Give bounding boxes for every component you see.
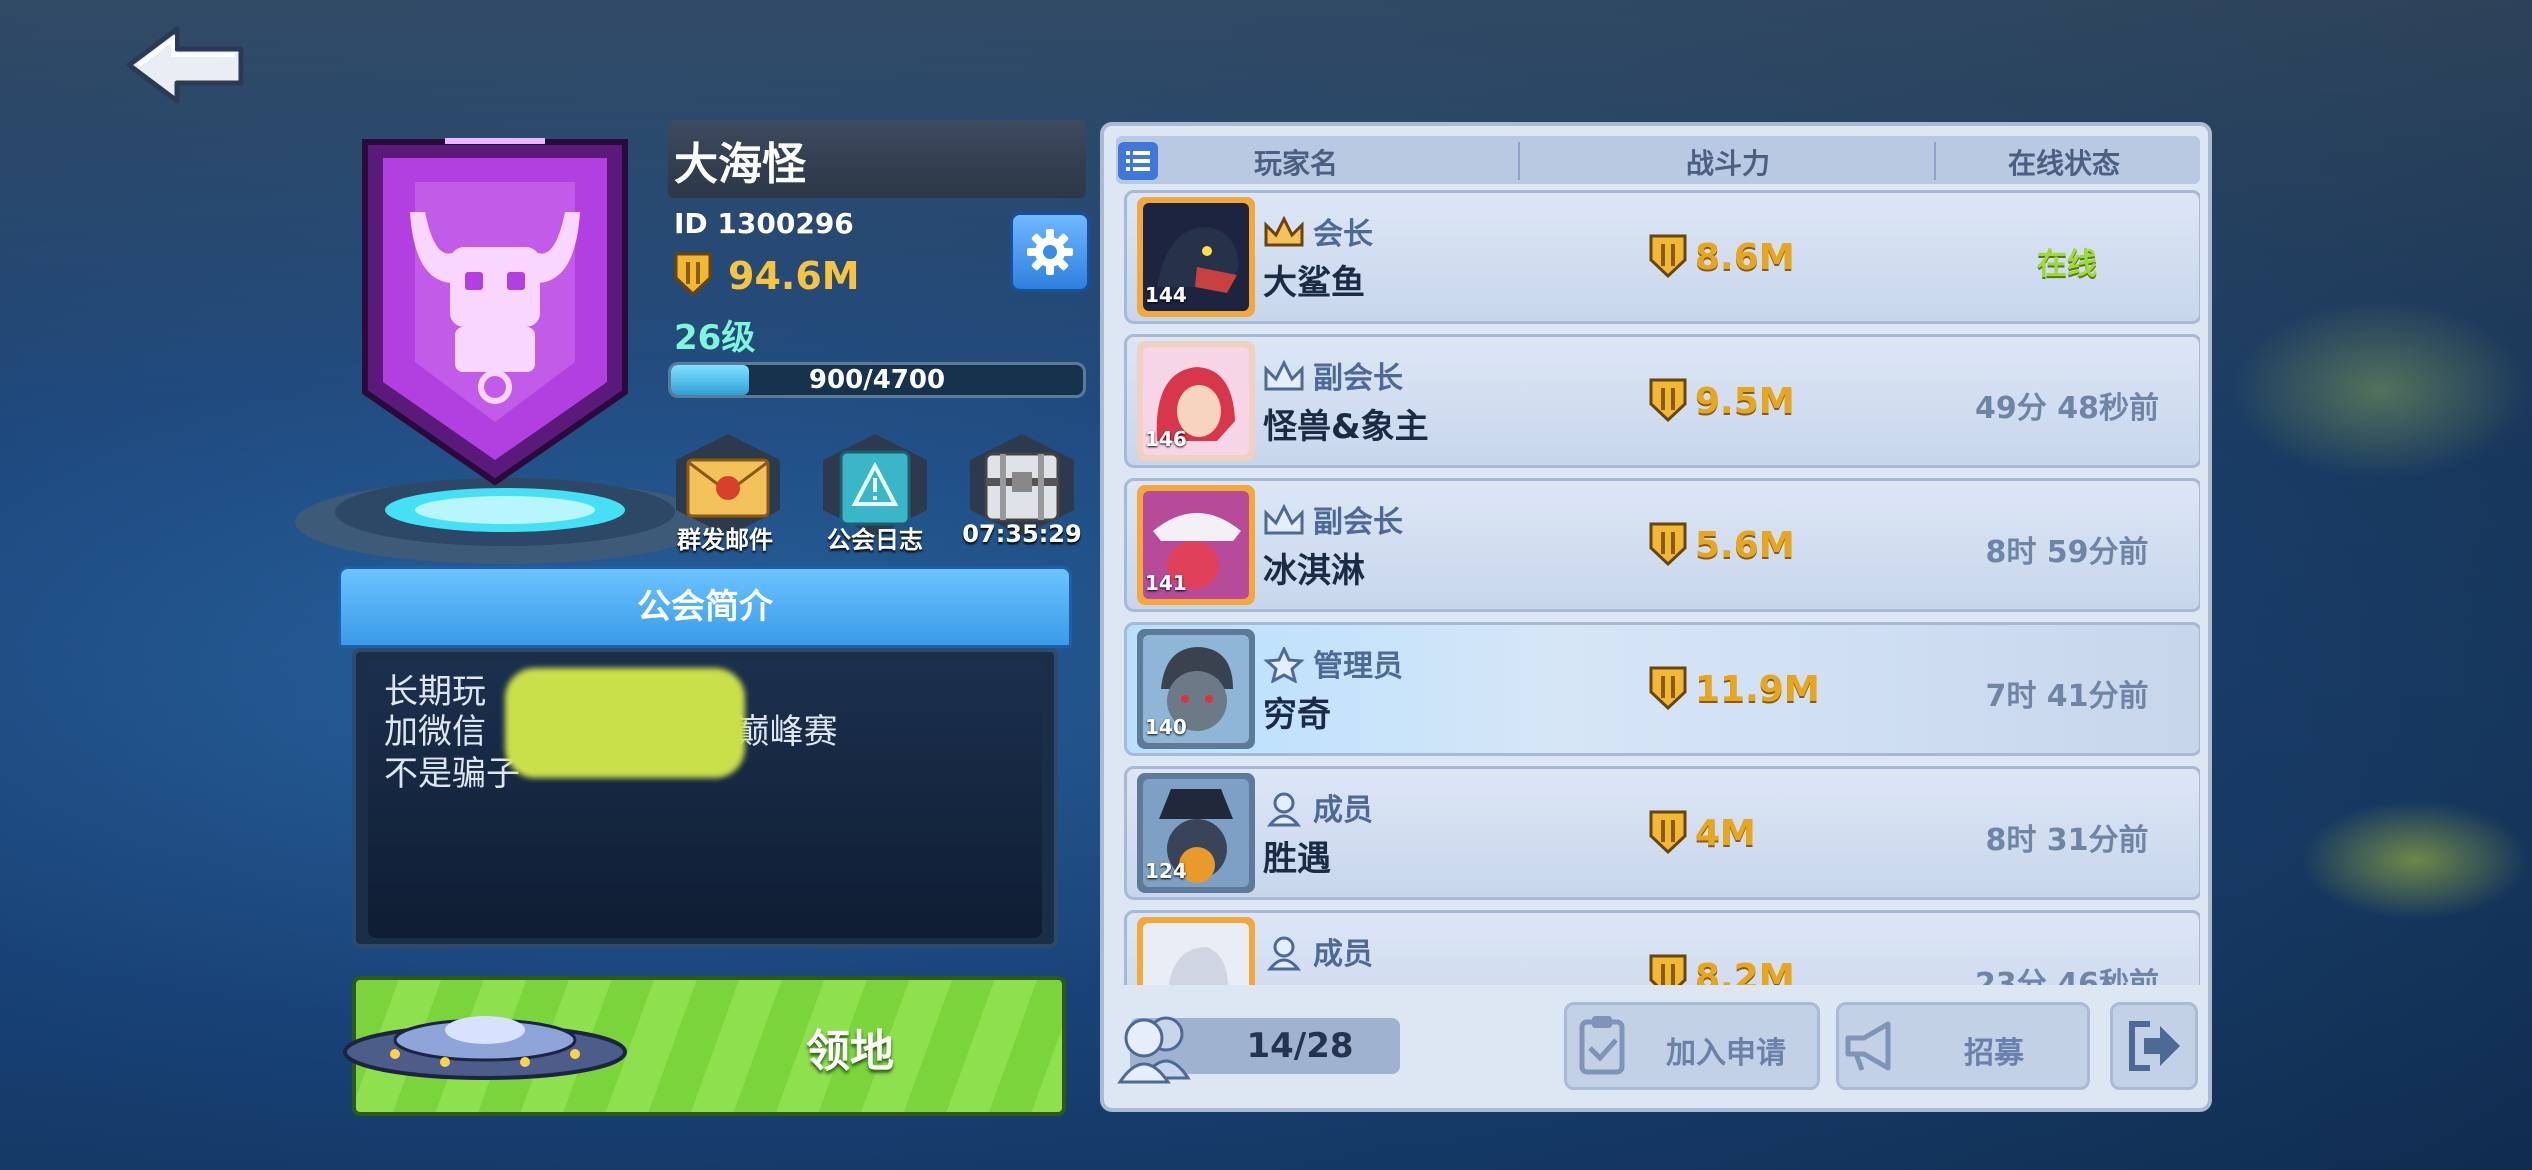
power-shield-icon bbox=[674, 252, 712, 297]
member-status: 在线 bbox=[2037, 247, 2097, 282]
intro-line: 不是骗子 bbox=[384, 754, 520, 794]
member-name: 胜遇 bbox=[1263, 839, 1331, 879]
guild-power: 94.6M bbox=[728, 254, 860, 298]
header-divider bbox=[1518, 142, 1520, 180]
member-status: 49分 48秒前 bbox=[1975, 391, 2159, 426]
background-blob bbox=[2300, 800, 2530, 920]
member-power: 11.9M bbox=[1695, 669, 1820, 710]
intro-title: 公会简介 bbox=[637, 587, 773, 627]
member-power: 9.5M bbox=[1695, 381, 1795, 422]
crown-icon bbox=[1264, 215, 1304, 247]
member-row[interactable]: 144 会长 大鲨鱼 8.6M 在线 bbox=[1124, 190, 2200, 324]
member-power: 8.6M bbox=[1695, 237, 1795, 278]
member-count: 14/28 bbox=[1246, 1026, 1354, 1066]
member-name: 冰淇淋 bbox=[1263, 551, 1365, 591]
member-role: 副会长 bbox=[1313, 505, 1403, 540]
member-power: 8.2M bbox=[1695, 957, 1795, 985]
power-shield-icon bbox=[1649, 234, 1687, 279]
member-person-icon bbox=[1266, 936, 1302, 971]
join-request-label: 加入申请 bbox=[1666, 1036, 1786, 1071]
territory-label: 领地 bbox=[806, 1026, 894, 1077]
header-player-name[interactable]: 玩家名 bbox=[1254, 142, 1338, 182]
member-list[interactable]: 144 会长 大鲨鱼 8.6M 在线 146 副会长 怪兽&象主 9.5M 49… bbox=[1116, 190, 2200, 985]
redaction-mark bbox=[505, 668, 745, 778]
ufo-ship-icon bbox=[343, 1016, 627, 1080]
recruit-label: 招募 bbox=[1964, 1036, 2024, 1071]
member-row[interactable]: 141 副会长 冰淇淋 5.6M 8时 59分前 bbox=[1124, 478, 2200, 612]
member-role: 成员 bbox=[1313, 793, 1373, 828]
clipboard-check-icon bbox=[1579, 1016, 1625, 1075]
back-arrow-icon[interactable] bbox=[125, 25, 245, 105]
member-name: 大鲨鱼 bbox=[1263, 263, 1365, 303]
gear-icon bbox=[1027, 229, 1073, 275]
guild-log-label: 公会日志 bbox=[827, 526, 923, 554]
member-row[interactable]: 124 成员 胜遇 4M 8时 31分前 bbox=[1124, 766, 2200, 900]
mail-label: 群发邮件 bbox=[677, 526, 773, 554]
crown-icon bbox=[1264, 503, 1304, 535]
guild-emblem-icon bbox=[362, 138, 628, 486]
avatar-level: 124 bbox=[1145, 859, 1187, 883]
member-role: 副会长 bbox=[1313, 361, 1403, 396]
power-shield-icon bbox=[1649, 666, 1687, 711]
member-status: 8时 31分前 bbox=[1985, 823, 2149, 858]
exit-icon bbox=[2129, 1021, 2180, 1071]
member-status: 23分 46秒前 bbox=[1975, 967, 2159, 985]
list-icon[interactable] bbox=[1118, 142, 1158, 180]
megaphone-icon bbox=[1845, 1021, 1891, 1071]
avatar-level: 146 bbox=[1145, 427, 1187, 451]
header-divider bbox=[1934, 142, 1936, 180]
member-status: 8时 59分前 bbox=[1985, 535, 2149, 570]
power-shield-icon bbox=[1649, 954, 1687, 985]
settings-button[interactable] bbox=[1010, 212, 1090, 292]
power-shield-icon bbox=[1649, 378, 1687, 423]
avatar-level: 140 bbox=[1145, 715, 1187, 739]
member-role: 成员 bbox=[1313, 937, 1373, 972]
member-role: 会长 bbox=[1313, 217, 1373, 252]
xp-text: 900/4700 bbox=[808, 365, 946, 395]
member-person-icon bbox=[1266, 792, 1302, 827]
member-row[interactable]: 146 副会长 怪兽&象主 9.5M 49分 48秒前 bbox=[1124, 334, 2200, 468]
member-name: 怪兽&象主 bbox=[1263, 407, 1429, 447]
background-blob bbox=[2230, 300, 2530, 480]
members-group-icon bbox=[1117, 1016, 1191, 1084]
member-role: 管理员 bbox=[1313, 649, 1403, 684]
power-shield-icon bbox=[1649, 810, 1687, 855]
power-shield-icon bbox=[1649, 522, 1687, 567]
header-status[interactable]: 在线状态 bbox=[2008, 142, 2120, 182]
member-power: 5.6M bbox=[1695, 525, 1795, 566]
member-status: 7时 41分前 bbox=[1985, 679, 2149, 714]
guild-id: ID 1300296 bbox=[674, 207, 854, 240]
member-power: 4M bbox=[1695, 813, 1756, 854]
member-name: 穷奇 bbox=[1263, 695, 1331, 735]
avatar-level: 141 bbox=[1145, 571, 1187, 595]
guild-level: 26级 bbox=[674, 318, 756, 358]
star-icon bbox=[1263, 647, 1305, 683]
member-row[interactable]: 成员 8.2M 23分 46秒前 bbox=[1124, 910, 2200, 985]
avatar bbox=[1137, 917, 1255, 985]
chest-timer: 07:35:29 bbox=[962, 520, 1082, 548]
avatar-level: 144 bbox=[1145, 283, 1187, 307]
header-power[interactable]: 战斗力 bbox=[1686, 142, 1770, 182]
member-row[interactable]: 140 管理员 穷奇 11.9M 7时 41分前 bbox=[1124, 622, 2200, 756]
crown-icon bbox=[1264, 359, 1304, 391]
guild-name: 大海怪 bbox=[674, 139, 806, 190]
